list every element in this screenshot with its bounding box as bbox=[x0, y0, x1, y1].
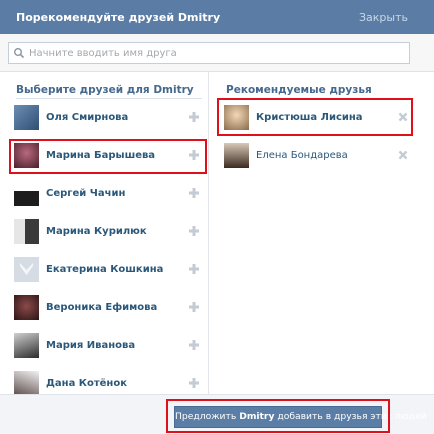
plus-icon[interactable] bbox=[188, 111, 200, 123]
dialog-titlebar: Порекомендуйте друзей Dmitry Закрыть bbox=[0, 0, 434, 34]
recommended-row[interactable]: Елена Бондарева bbox=[218, 137, 414, 175]
avatar bbox=[14, 257, 39, 282]
search-box[interactable] bbox=[8, 42, 410, 64]
friend-name: Дана Котёнок bbox=[46, 378, 127, 389]
friend-name: Сергей Чачин bbox=[46, 188, 126, 199]
close-link[interactable]: Закрыть bbox=[359, 11, 408, 24]
avatar bbox=[14, 371, 39, 396]
avatar bbox=[14, 295, 39, 320]
friend-name: Мария Иванова bbox=[46, 340, 136, 351]
friend-row[interactable]: Оля Смирнова bbox=[8, 99, 206, 137]
recommended-name: Елена Бондарева bbox=[256, 150, 348, 161]
avatar bbox=[14, 181, 39, 206]
scrollbar[interactable] bbox=[422, 72, 434, 394]
plus-icon[interactable] bbox=[188, 339, 200, 351]
friend-row[interactable]: Марина Курилюк bbox=[8, 213, 206, 251]
plus-icon[interactable] bbox=[188, 301, 200, 313]
friend-row[interactable]: Вероника Ефимова bbox=[8, 289, 206, 327]
plus-icon[interactable] bbox=[188, 187, 200, 199]
default-avatar-icon bbox=[20, 263, 33, 275]
plus-icon[interactable] bbox=[188, 225, 200, 237]
right-column-header: Рекомендуемые друзья bbox=[226, 84, 372, 96]
friend-name: Оля Смирнова bbox=[46, 112, 129, 123]
selection-highlight bbox=[217, 98, 413, 136]
remove-icon[interactable] bbox=[398, 150, 408, 160]
avatar bbox=[14, 333, 39, 358]
dialog-title: Порекомендуйте друзей Dmitry bbox=[16, 11, 221, 24]
selection-highlight bbox=[166, 399, 390, 433]
plus-icon[interactable] bbox=[188, 377, 200, 389]
avatar bbox=[224, 143, 249, 168]
friend-row[interactable]: Екатерина Кошкина bbox=[8, 251, 206, 289]
plus-icon[interactable] bbox=[188, 263, 200, 275]
friend-name: Марина Курилюк bbox=[46, 226, 147, 237]
left-column-header: Выберите друзей для Dmitry bbox=[16, 84, 194, 96]
selection-highlight bbox=[9, 139, 207, 174]
search-icon bbox=[14, 48, 25, 59]
friend-name: Вероника Ефимова bbox=[46, 302, 158, 313]
search-area bbox=[0, 34, 434, 72]
avatar bbox=[14, 219, 39, 244]
friend-row[interactable]: Мария Иванова bbox=[8, 327, 206, 365]
friend-row[interactable]: Сергей Чачин bbox=[8, 175, 206, 213]
dialog-footer: Предложить Dmitry добавить в друзья этих… bbox=[0, 394, 434, 434]
column-divider bbox=[208, 72, 209, 434]
search-input[interactable] bbox=[29, 45, 399, 61]
friend-name: Екатерина Кошкина bbox=[46, 264, 164, 275]
avatar bbox=[14, 105, 39, 130]
